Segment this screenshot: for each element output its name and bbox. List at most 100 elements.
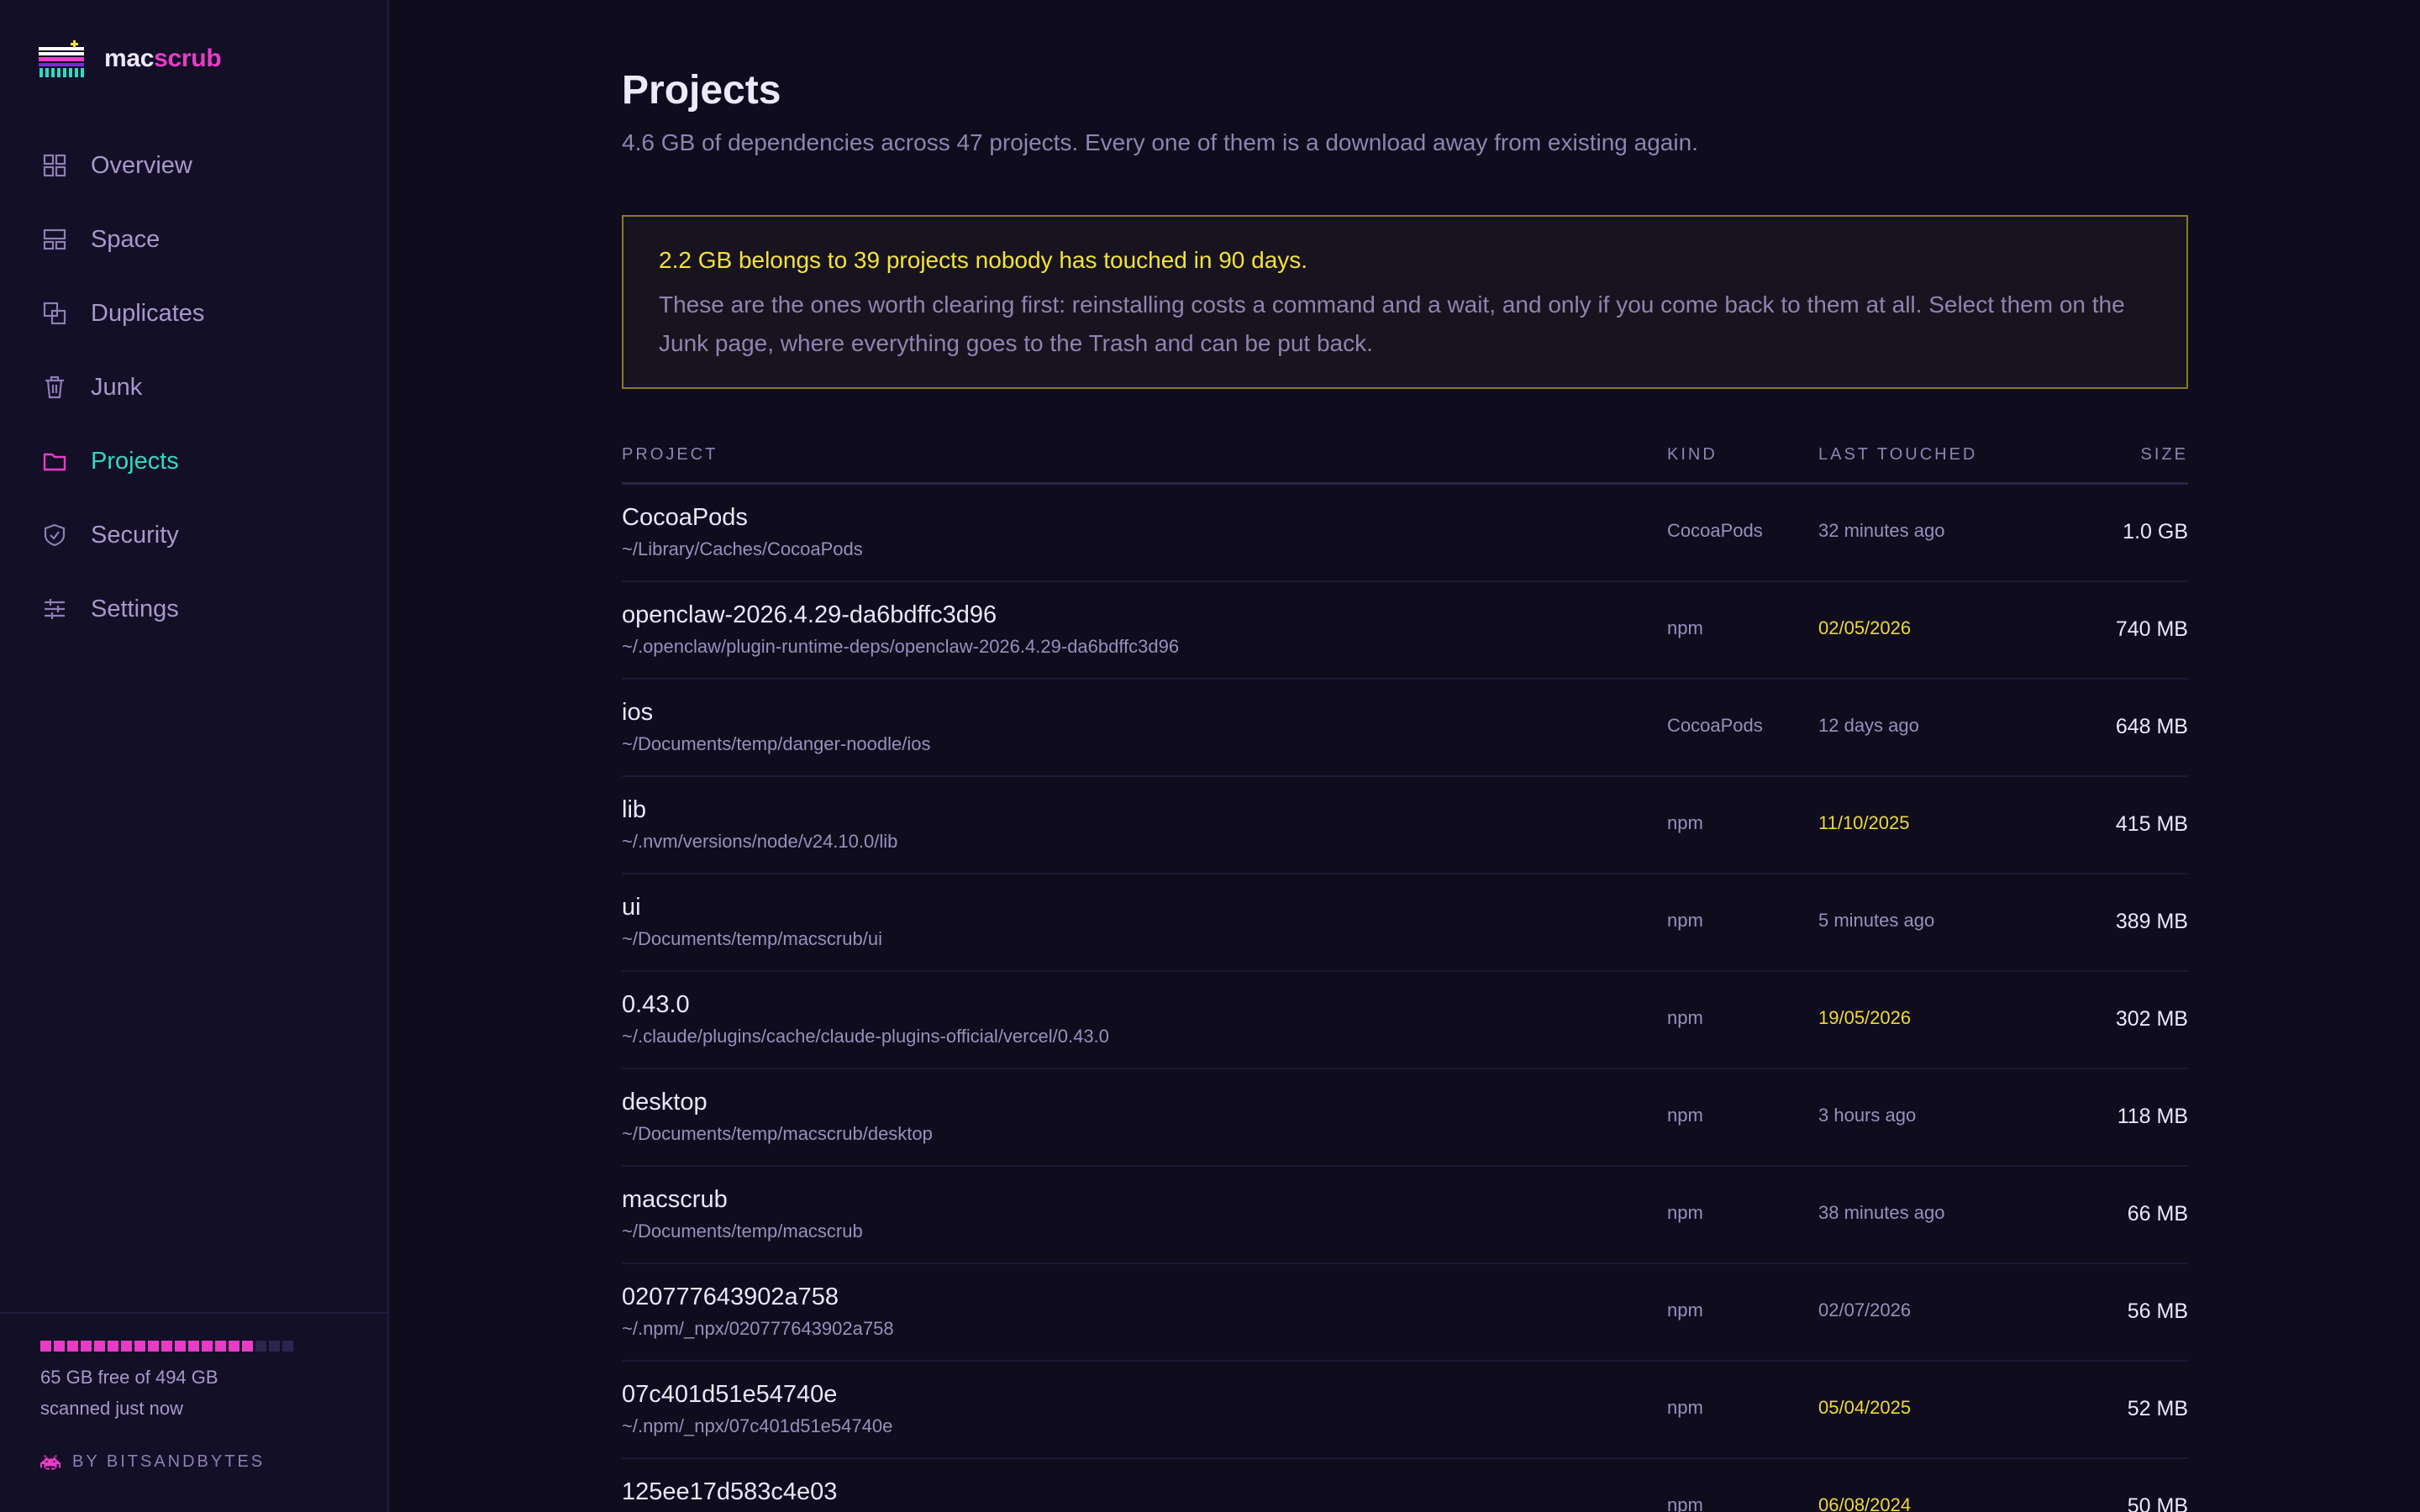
page-title: Projects — [622, 68, 781, 113]
project-last-touched: 11/10/2025 — [1818, 812, 1910, 833]
project-last-touched: 3 hours ago — [1818, 1105, 1917, 1126]
project-kind: npm — [1667, 1299, 1703, 1320]
column-header-size[interactable]: SIZE — [2141, 445, 2188, 465]
project-kind: npm — [1667, 812, 1703, 833]
brand[interactable]: macscrub — [39, 40, 222, 77]
project-last-touched: 06/08/2024 — [1818, 1494, 1912, 1512]
disk-usage-segment — [40, 1341, 51, 1352]
sidebar-item-security[interactable]: Security — [0, 498, 387, 572]
project-size: 52 MB — [2127, 1397, 2188, 1420]
page-subtitle: 4.6 GB of dependencies across 47 project… — [622, 129, 1698, 155]
table-row[interactable]: lib ~/.nvm/versions/node/v24.10.0/lib npm 1… — [622, 777, 2188, 874]
sidebar-item-label: Projects — [91, 447, 179, 475]
project-size: 415 MB — [2115, 812, 2188, 836]
sidebar-item-overview[interactable]: Overview — [0, 129, 387, 202]
project-name: 0.43.0 — [622, 991, 690, 1018]
table-row[interactable]: 07c401d51e54740e ~/.npm/_npx/07c401d51e54… — [622, 1362, 2188, 1459]
copy-icon — [42, 301, 67, 326]
project-size: 302 MB — [2115, 1007, 2188, 1031]
trash-icon — [42, 375, 67, 400]
disk-usage-bar — [40, 1341, 296, 1352]
sidebar-item-label: Junk — [91, 373, 143, 401]
broom-logo-icon — [39, 40, 84, 77]
table-row[interactable]: ui ~/Documents/temp/macscrub/ui npm 5 minut… — [622, 874, 2188, 972]
callout-title: 2.2 GB belongs to 39 projects nobody has… — [659, 247, 1308, 273]
disk-usage-segment — [54, 1341, 65, 1352]
project-size: 389 MB — [2115, 910, 2188, 933]
disk-free-text: 65 GB free of 494 GB — [40, 1367, 218, 1388]
project-name: 07c401d51e54740e — [622, 1381, 838, 1408]
project-kind: npm — [1667, 910, 1703, 931]
project-last-touched: 19/05/2026 — [1818, 1007, 1912, 1028]
sidebar-item-projects[interactable]: Projects — [0, 424, 387, 498]
project-kind: npm — [1667, 1105, 1703, 1126]
project-size: 740 MB — [2115, 617, 2188, 641]
table-row[interactable]: ios ~/Documents/temp/danger-noodle/ios Coc… — [622, 680, 2188, 777]
disk-usage-segment — [229, 1341, 239, 1352]
project-path: ~/.npm/_npx/07c401d51e54740e — [622, 1415, 893, 1436]
sidebar-item-space[interactable]: Space — [0, 202, 387, 276]
table-row[interactable]: openclaw-2026.4.29-da6bdffc3d96 ~/.opencl… — [622, 582, 2188, 680]
table-row[interactable]: 125ee17d583c4e03~/.npm/_npx/125ee17d583c… — [622, 1459, 2188, 1512]
table-header: PROJECT KIND LAST TOUCHED SIZE — [622, 433, 2188, 485]
sidebar-item-label: Space — [91, 225, 160, 253]
project-size: 1.0 GB — [2123, 520, 2188, 543]
sidebar-item-label: Security — [91, 521, 179, 549]
project-name: ui — [622, 894, 641, 921]
project-kind: npm — [1667, 1494, 1703, 1512]
brand-name: macscrub — [104, 45, 222, 73]
disk-usage-segment — [202, 1341, 213, 1352]
stale-projects-callout: 2.2 GB belongs to 39 projects nobody has… — [622, 215, 2188, 389]
sliders-icon — [42, 596, 67, 622]
project-name: lib — [622, 796, 647, 823]
disk-usage-segment — [175, 1341, 186, 1352]
column-header-last-touched[interactable]: LAST TOUCHED — [1818, 445, 1977, 465]
callout-body: These are the ones worth clearing first:… — [659, 291, 2125, 356]
project-kind: CocoaPods — [1667, 715, 1763, 736]
brand-name-part-1: mac — [104, 45, 155, 72]
project-last-touched: 05/04/2025 — [1818, 1397, 1912, 1418]
project-last-touched: 5 minutes ago — [1818, 910, 1935, 931]
sidebar-item-junk[interactable]: Junk — [0, 350, 387, 424]
project-path: ~/.openclaw/plugin-runtime-deps/openclaw… — [622, 636, 1180, 657]
folder-icon — [42, 449, 67, 474]
project-kind: npm — [1667, 617, 1703, 638]
project-kind: npm — [1667, 1397, 1703, 1418]
project-name: macscrub — [622, 1186, 728, 1213]
project-name: desktop — [622, 1089, 708, 1116]
sidebar-item-settings[interactable]: Settings — [0, 572, 387, 646]
project-path: ~/.nvm/versions/node/v24.10.0/lib — [622, 831, 898, 852]
disk-usage-segment — [121, 1341, 132, 1352]
column-header-project[interactable]: PROJECT — [622, 445, 718, 465]
table-row[interactable]: macscrub ~/Documents/temp/macscrub npm 38 m… — [622, 1167, 2188, 1264]
sidebar-nav: Overview Space Duplicates Junk Projects … — [0, 129, 387, 646]
column-header-kind[interactable]: KIND — [1667, 445, 1718, 465]
project-last-touched: 12 days ago — [1818, 715, 1919, 736]
project-path: ~/Documents/temp/macscrub/desktop — [622, 1123, 933, 1144]
project-kind: npm — [1667, 1007, 1703, 1028]
sidebar-item-duplicates[interactable]: Duplicates — [0, 276, 387, 350]
project-last-touched: 32 minutes ago — [1818, 520, 1945, 541]
sidebar: macscrub Overview Space Duplicates Junk … — [0, 0, 389, 1512]
brand-name-part-2: scrub — [154, 45, 222, 72]
disk-usage-segment — [108, 1341, 118, 1352]
disk-usage-segment — [255, 1341, 266, 1352]
projects-table: PROJECT KIND LAST TOUCHED SIZE CocoaPods… — [622, 433, 2188, 1512]
disk-usage-segment — [67, 1341, 78, 1352]
app-window: macscrub Overview Space Duplicates Junk … — [0, 0, 2420, 1512]
disk-usage-segment — [269, 1341, 280, 1352]
table-row[interactable]: CocoaPods ~/Library/Caches/CocoaPods Cocoa… — [622, 485, 2188, 582]
credit-link[interactable]: BY BITSANDBYTES — [40, 1452, 265, 1472]
table-row[interactable]: 0.43.0 ~/.claude/plugins/cache/claude-plu… — [622, 972, 2188, 1069]
layout-icon — [42, 227, 67, 252]
table-row[interactable]: 020777643902a758 ~/.npm/_npx/020777643902… — [622, 1264, 2188, 1362]
credit-text: BY BITSANDBYTES — [72, 1452, 266, 1471]
project-size: 50 MB — [2127, 1494, 2188, 1512]
shield-icon — [42, 522, 67, 548]
disk-usage-segment — [215, 1341, 226, 1352]
disk-usage-segment — [148, 1341, 159, 1352]
table-body: CocoaPods ~/Library/Caches/CocoaPods Cocoa… — [622, 485, 2188, 1512]
project-path: ~/.npm/_npx/020777643902a758 — [622, 1318, 894, 1339]
sidebar-item-label: Duplicates — [91, 299, 205, 327]
table-row[interactable]: desktop ~/Documents/temp/macscrub/desktop… — [622, 1069, 2188, 1167]
